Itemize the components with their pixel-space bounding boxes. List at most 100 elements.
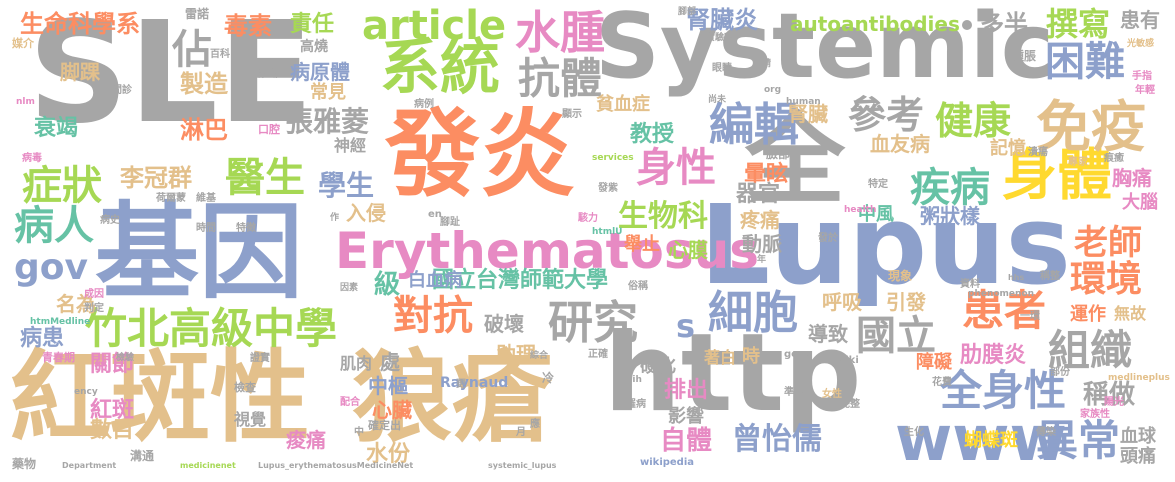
word: 診斷 xyxy=(258,69,278,80)
word: 老師 xyxy=(1074,223,1142,263)
word: services xyxy=(592,153,634,163)
word: 級 xyxy=(374,270,401,300)
word: 淋巴 xyxy=(180,116,228,144)
word: 間診 xyxy=(112,85,132,96)
word: 病例 xyxy=(414,99,434,110)
word: 百科 xyxy=(210,49,230,60)
word: htmMedline xyxy=(30,317,91,327)
word: 作 xyxy=(330,213,340,223)
word: 患有 xyxy=(1120,8,1160,32)
word: 疾病 xyxy=(910,165,990,211)
word: 稱整 xyxy=(1040,271,1060,282)
word: 潰瘍 xyxy=(1028,147,1048,158)
word: 常見 xyxy=(310,82,346,103)
word: 現象 xyxy=(888,269,913,283)
word: 頭痛 xyxy=(1120,446,1156,467)
word: 駭力 xyxy=(578,213,598,224)
dot-mark xyxy=(962,20,972,30)
word: 李冠群 xyxy=(120,164,192,192)
word: 特徵 xyxy=(236,223,256,234)
word: 請 xyxy=(762,59,772,69)
word: 月 xyxy=(516,427,526,438)
word: 入侵 xyxy=(346,201,386,225)
word: nlm xyxy=(16,97,35,107)
word: 症狀 xyxy=(22,163,102,209)
word: 俗稱 xyxy=(628,281,648,292)
word: 無故 xyxy=(1114,304,1147,323)
word: 記憶 xyxy=(990,138,1026,159)
word: 應 xyxy=(530,419,540,430)
word: 硬化 xyxy=(640,356,676,377)
word: 引發 xyxy=(886,290,926,314)
word: 國立 xyxy=(856,313,936,359)
word: 自體 xyxy=(660,426,713,456)
word: 脚踝 xyxy=(60,60,100,84)
word: 病患 xyxy=(20,326,65,351)
word: 判定 xyxy=(84,303,104,314)
word: 荷爾蒙 xyxy=(156,193,186,204)
word: 破壞 xyxy=(484,312,524,336)
word: human xyxy=(786,97,821,107)
word: org xyxy=(764,85,782,95)
word: 責任 xyxy=(290,12,335,37)
word: 因素 xyxy=(340,283,359,293)
word: 研究 xyxy=(548,296,639,349)
word: 中樞 xyxy=(368,374,408,398)
word: en xyxy=(428,209,442,220)
word: 製造 xyxy=(180,70,228,98)
word: 檢查 xyxy=(234,381,256,394)
word: s xyxy=(676,307,696,345)
word: 痕癒 xyxy=(1104,153,1124,164)
word: 中 xyxy=(354,427,364,438)
word: htmlU xyxy=(592,227,623,237)
word: 血球 xyxy=(1120,426,1156,447)
word: 罹病 xyxy=(626,399,646,410)
word: 細胞 xyxy=(708,286,799,339)
word: 障礙 xyxy=(916,352,952,373)
word: 疼痛 xyxy=(740,208,780,232)
word: 高燒 xyxy=(300,39,328,55)
word: 器官 xyxy=(736,182,781,207)
word: 時 xyxy=(742,346,760,367)
word: 曾怡儒 xyxy=(732,422,822,457)
word: 手指 xyxy=(1132,71,1152,82)
word: 抗體 xyxy=(518,54,603,103)
word-cloud: SLE 紅斑性 狼瘡 http 基因 Lupus 發炎 Systemic 全 E… xyxy=(0,0,1175,482)
word: 水腫 xyxy=(515,6,606,59)
word: nih xyxy=(626,375,642,385)
word: wiki xyxy=(836,355,859,366)
word: 身性 xyxy=(636,145,716,191)
word: autoantibodies xyxy=(790,12,960,36)
word: 媒介 xyxy=(12,37,34,50)
word: 正確 xyxy=(588,349,608,360)
word: 藥物 xyxy=(12,457,37,471)
word: 毒素 xyxy=(224,12,272,40)
word: Raynaud xyxy=(440,375,509,391)
word: 病原體 xyxy=(290,60,350,84)
word: 處 xyxy=(380,350,400,374)
word: 發炎 xyxy=(385,100,576,210)
word: 神經 xyxy=(334,136,367,155)
word: 心臟 xyxy=(372,398,412,422)
word: 眼睛 xyxy=(712,63,732,74)
word: wikipedia xyxy=(640,457,695,468)
word: 完整 xyxy=(840,399,860,410)
word: 發於 xyxy=(818,233,838,244)
word: 確定出 xyxy=(368,419,401,432)
word: 尚未 xyxy=(708,95,727,105)
word: 粥狀樣 xyxy=(920,204,980,228)
word: Department xyxy=(62,461,117,470)
word: 蝴蝶斑 xyxy=(964,430,1018,451)
word: 證實 xyxy=(250,353,270,364)
word: 心膜 xyxy=(668,238,708,262)
word: 環境 xyxy=(1070,259,1143,300)
word: medlineplus xyxy=(1108,373,1170,383)
word: 腎臟 xyxy=(788,102,828,126)
word: 青春期 xyxy=(42,351,75,364)
word: 年輕 xyxy=(1135,85,1155,96)
word: 運作 xyxy=(1070,304,1106,325)
word: 對抗 xyxy=(393,293,473,339)
word: 女性 xyxy=(822,389,842,400)
word: 冷 xyxy=(542,371,555,385)
word: 組織 xyxy=(1048,326,1133,375)
